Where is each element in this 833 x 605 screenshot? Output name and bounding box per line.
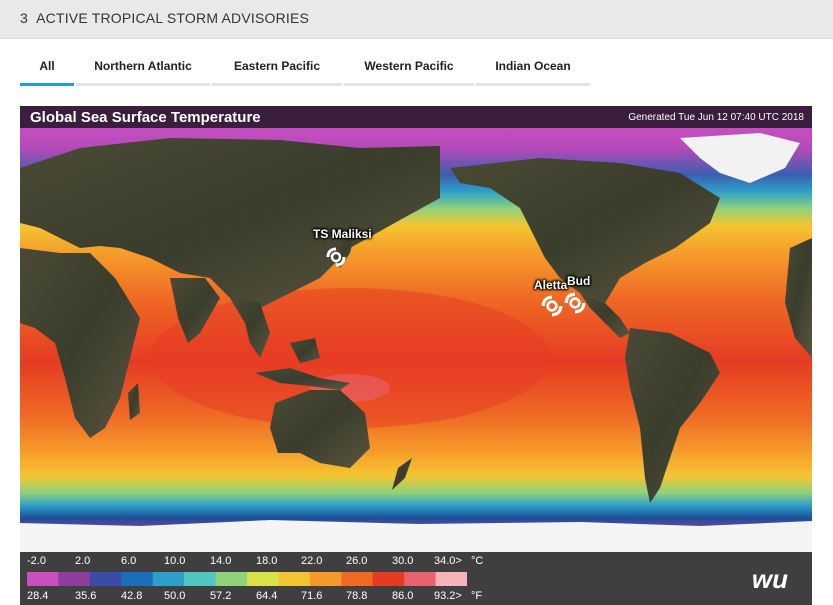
celsius-tick: 14.0 [210, 555, 232, 567]
fahrenheit-tick: 42.8 [121, 590, 143, 602]
advisories-title: 3 ACTIVE TROPICAL STORM ADVISORIES [20, 10, 309, 26]
tab-western-pacific-label: Western Pacific [364, 59, 454, 73]
advisories-header: 3 ACTIVE TROPICAL STORM ADVISORIES [0, 0, 833, 39]
celsius-tick: 34.0> [434, 555, 462, 567]
legend-swatch [184, 572, 217, 586]
sst-map-image [20, 128, 812, 552]
legend-swatch [341, 572, 374, 586]
celsius-scale: -2.0 2.0 6.0 10.0 14.0 18.0 22.0 26.0 30… [20, 555, 500, 569]
storm-label-bud[interactable]: Bud [567, 274, 590, 288]
map-title-bar: Global Sea Surface Temperature Generated… [20, 106, 812, 128]
legend-swatch [309, 572, 342, 586]
advisory-count: 3 [20, 10, 28, 26]
legend-swatch [121, 572, 154, 586]
legend-swatch [435, 572, 467, 586]
celsius-tick: 10.0 [164, 555, 186, 567]
storm-label-ts-maliksi[interactable]: TS Maliksi [313, 227, 372, 241]
fahrenheit-tick: 35.6 [75, 590, 97, 602]
tab-all-label: All [39, 59, 55, 73]
legend-swatch [152, 572, 185, 586]
wunderground-logo: wu [751, 564, 788, 594]
storm-label-aletta[interactable]: Aletta [534, 278, 567, 292]
fahrenheit-tick: 93.2> [434, 590, 462, 602]
tab-indian-ocean-label: Indian Ocean [495, 59, 571, 73]
fahrenheit-tick: 64.4 [256, 590, 278, 602]
bud-hurricane-icon[interactable] [563, 291, 587, 315]
basin-tabs: All Northern Atlantic Eastern Pacific We… [20, 55, 590, 87]
fahrenheit-tick: 71.6 [301, 590, 323, 602]
fahrenheit-tick: 28.4 [27, 590, 49, 602]
fahrenheit-tick: 50.0 [164, 590, 186, 602]
legend-swatch [404, 572, 437, 586]
legend-swatch [278, 572, 311, 586]
celsius-tick: 2.0 [75, 555, 91, 567]
fahrenheit-tick: 57.2 [210, 590, 232, 602]
celsius-tick: 22.0 [301, 555, 323, 567]
celsius-tick: 6.0 [121, 555, 137, 567]
tab-all[interactable]: All [20, 55, 74, 86]
map-generated-time: Generated Tue Jun 12 07:40 UTC 2018 [628, 112, 804, 123]
temperature-legend: -2.0 2.0 6.0 10.0 14.0 18.0 22.0 26.0 30… [20, 552, 812, 605]
legend-swatch [89, 572, 122, 586]
celsius-tick: 18.0 [256, 555, 278, 567]
tab-indian-ocean[interactable]: Indian Ocean [476, 55, 590, 86]
celsius-tick: 30.0 [392, 555, 414, 567]
fahrenheit-tick: 78.8 [346, 590, 368, 602]
advisory-title-text: ACTIVE TROPICAL STORM ADVISORIES [36, 10, 310, 26]
tab-northern-atlantic-label: Northern Atlantic [94, 59, 192, 73]
map-title: Global Sea Surface Temperature [30, 109, 261, 126]
tab-eastern-pacific[interactable]: Eastern Pacific [212, 55, 342, 86]
celsius-tick: -2.0 [27, 555, 46, 567]
fahrenheit-scale: 28.4 35.6 42.8 50.0 57.2 64.4 71.6 78.8 … [20, 590, 500, 604]
fahrenheit-tick: 86.0 [392, 590, 414, 602]
tab-western-pacific[interactable]: Western Pacific [344, 55, 474, 86]
ts-maliksi-hurricane-icon[interactable] [325, 246, 347, 268]
legend-swatch [372, 572, 405, 586]
sea-surface-temperature-map[interactable]: Global Sea Surface Temperature Generated… [20, 106, 812, 605]
fahrenheit-unit: °F [471, 590, 483, 602]
legend-swatch [215, 572, 248, 586]
celsius-unit: °C [471, 555, 484, 567]
tab-eastern-pacific-label: Eastern Pacific [233, 59, 321, 73]
legend-swatch [58, 572, 91, 586]
aletta-hurricane-icon[interactable] [540, 294, 564, 318]
temperature-color-bar [27, 572, 467, 586]
tab-northern-atlantic[interactable]: Northern Atlantic [76, 55, 210, 86]
celsius-tick: 26.0 [346, 555, 368, 567]
legend-swatch [27, 572, 59, 586]
legend-swatch [247, 572, 279, 586]
